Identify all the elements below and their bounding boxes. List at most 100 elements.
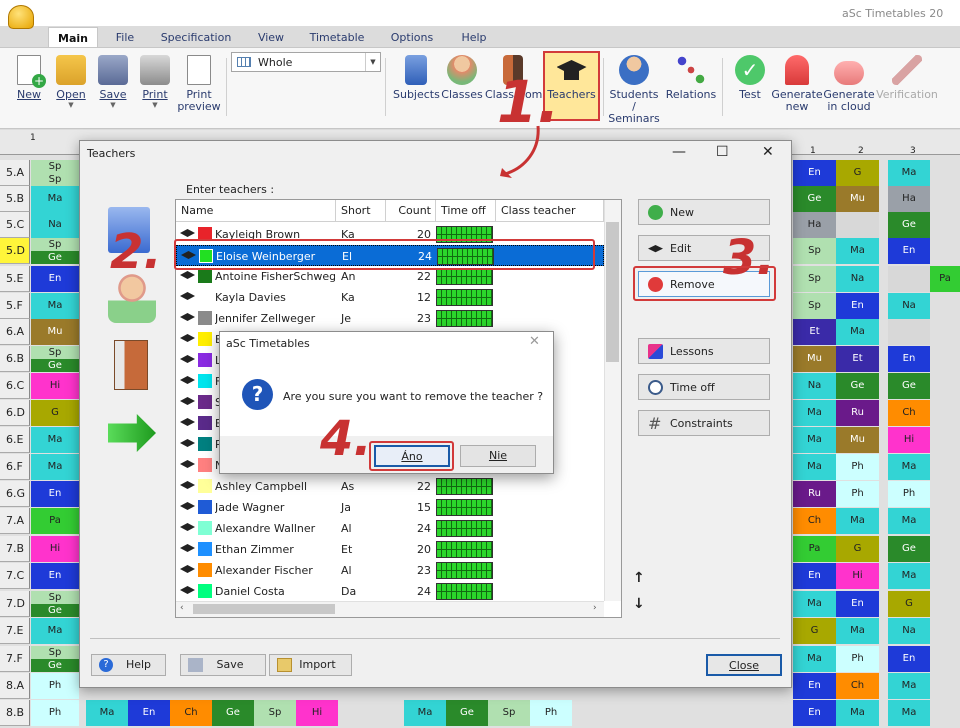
timetable-cell[interactable]: Ma	[888, 673, 930, 699]
open-button[interactable]: Open ▼	[53, 55, 89, 109]
timetable-cell[interactable]: Sp	[31, 160, 79, 173]
timetable-cell[interactable]: En	[793, 700, 836, 726]
column-header-name[interactable]: Name	[176, 200, 336, 222]
timetable-row-label[interactable]: 6.A	[0, 319, 30, 345]
timetable-cell[interactable]: En	[31, 481, 79, 507]
timetable-row-label[interactable]: 5.F	[0, 293, 30, 319]
close-icon[interactable]: ✕	[762, 144, 774, 160]
timetable-cell[interactable]: G	[888, 591, 930, 617]
timetable-cell[interactable]: Ma	[793, 646, 836, 672]
timetable-cell[interactable]: En	[836, 293, 879, 319]
timetable-cell[interactable]: Et	[836, 346, 879, 372]
timetable-cell[interactable]: Mu	[31, 319, 79, 345]
timetable-cell[interactable]: Ma	[836, 618, 879, 644]
timetable-cell[interactable]: Sp	[793, 266, 836, 292]
print-button[interactable]: Print ▼	[137, 55, 173, 109]
timetable-row-label[interactable]: 6.C	[0, 373, 30, 399]
timetable-cell[interactable]: Ph	[31, 673, 79, 699]
timetable-cell[interactable]: Ge	[31, 251, 79, 264]
timetable-cell[interactable]: Ma	[404, 700, 446, 726]
timetable-cell[interactable]: G	[31, 400, 79, 426]
new-teacher-button[interactable]: New	[638, 199, 770, 225]
timetable-cell[interactable]: Mu	[836, 427, 879, 453]
timetable-cell[interactable]: Ma	[888, 508, 930, 534]
timetable-cell[interactable]: Ma	[836, 700, 879, 726]
view-select[interactable]: Whole ▼	[231, 52, 381, 72]
timetable-cell[interactable]: Pa	[31, 508, 79, 534]
timetable-cell[interactable]: Ma	[888, 160, 930, 186]
tab-specification[interactable]: Specification	[158, 27, 234, 48]
timetable-cell[interactable]: Ph	[888, 481, 930, 507]
timetable-cell[interactable]: Ge	[793, 186, 836, 212]
timetable-cell[interactable]: Ma	[888, 563, 930, 589]
scrollbar-thumb[interactable]	[606, 222, 619, 362]
timetable-cell[interactable]: Ha	[888, 186, 930, 212]
tab-view[interactable]: View	[252, 27, 290, 48]
table-row[interactable]: Ashley Campbell As 22	[176, 476, 604, 497]
timetable-cell[interactable]: En	[31, 266, 79, 292]
table-row[interactable]: Alexandre Wallner Al 24	[176, 518, 604, 539]
timetable-cell[interactable]: G	[836, 160, 879, 186]
timetable-cell[interactable]: Ma	[793, 454, 836, 480]
scroll-left-icon[interactable]: ‹	[180, 603, 184, 613]
tab-help[interactable]: Help	[456, 27, 492, 48]
timetable-cell[interactable]: Ph	[836, 481, 879, 507]
classes-button[interactable]: Classes	[441, 55, 483, 101]
timetable-cell[interactable]: Ph	[836, 454, 879, 480]
table-row[interactable]: Alexander Fischer Al 23	[176, 560, 604, 581]
timetable-cell[interactable]: Ch	[793, 508, 836, 534]
timetable-cell[interactable]: Ma	[836, 508, 879, 534]
timetable-row-label[interactable]: 6.F	[0, 454, 30, 480]
timetable-cell[interactable]: Sp	[488, 700, 530, 726]
timetable-cell[interactable]: Ma	[31, 454, 79, 480]
minimize-icon[interactable]: —	[672, 144, 686, 160]
app-logo-icon[interactable]	[8, 5, 34, 29]
move-up-icon[interactable]: ↑	[633, 570, 645, 586]
timetable-row-label[interactable]: 5.A	[0, 160, 30, 186]
timetable-cell[interactable]: Ha	[793, 212, 836, 238]
timetable-cell[interactable]: En	[793, 673, 836, 699]
timetable-cell[interactable]: Ma	[793, 591, 836, 617]
timetable-cell[interactable]: Pa	[793, 536, 836, 562]
timetable-cell[interactable]: Ma	[31, 427, 79, 453]
timetable-cell[interactable]: En	[793, 160, 836, 186]
timetable-row-label[interactable]: 5.E	[0, 266, 30, 292]
timetable-cell[interactable]: Sp	[31, 646, 79, 659]
timetable-cell[interactable]: Ge	[888, 212, 930, 238]
students-seminars-button[interactable]: Students / Seminars	[606, 55, 662, 125]
timetable-row-label[interactable]: 6.D	[0, 400, 30, 426]
timetable-cell[interactable]: Ma	[888, 700, 930, 726]
timetable-cell[interactable]: Ma	[793, 427, 836, 453]
timetable-cell[interactable]: Ph	[31, 700, 79, 726]
relations-button[interactable]: Relations	[665, 55, 717, 101]
timetable-cell[interactable]: Na	[836, 266, 879, 292]
timetable-cell[interactable]: Pa	[930, 266, 960, 292]
timetable-cell[interactable]: Ch	[836, 673, 879, 699]
table-row[interactable]: Jade Wagner Ja 15	[176, 497, 604, 518]
timetable-cell[interactable]: Ph	[530, 700, 572, 726]
timetable-row-label[interactable]: 7.B	[0, 536, 30, 562]
scroll-right-icon[interactable]: ›	[593, 603, 597, 613]
timetable-cell[interactable]: En	[888, 346, 930, 372]
timetable-cell[interactable]: Ru	[793, 481, 836, 507]
timetable-row-label[interactable]: 5.D	[0, 238, 30, 264]
save-button[interactable]: Save ▼	[95, 55, 131, 109]
tab-file[interactable]: File	[108, 27, 142, 48]
timetable-row-label[interactable]: 7.D	[0, 591, 30, 617]
timetable-row-label[interactable]: 5.C	[0, 212, 30, 238]
timetable-cell[interactable]: Ru	[836, 400, 879, 426]
timetable-row-label[interactable]: 5.B	[0, 186, 30, 212]
column-header-count[interactable]: Count	[386, 200, 436, 222]
timetable-cell[interactable]: Ma	[31, 618, 79, 644]
timetable-row-label[interactable]: 6.E	[0, 427, 30, 453]
subjects-button[interactable]: Subjects	[393, 55, 440, 101]
timetable-cell[interactable]: En	[888, 646, 930, 672]
timetable-row-label[interactable]: 6.G	[0, 481, 30, 507]
timetable-cell[interactable]: En	[793, 563, 836, 589]
timetable-cell[interactable]: Ch	[170, 700, 212, 726]
timetable-cell[interactable]: En	[836, 591, 879, 617]
timetable-cell[interactable]: Et	[793, 319, 836, 345]
close-icon[interactable]: ✕	[529, 334, 540, 349]
timetable-row-label[interactable]: 7.E	[0, 618, 30, 644]
timetable-cell[interactable]: Ma	[836, 319, 879, 345]
